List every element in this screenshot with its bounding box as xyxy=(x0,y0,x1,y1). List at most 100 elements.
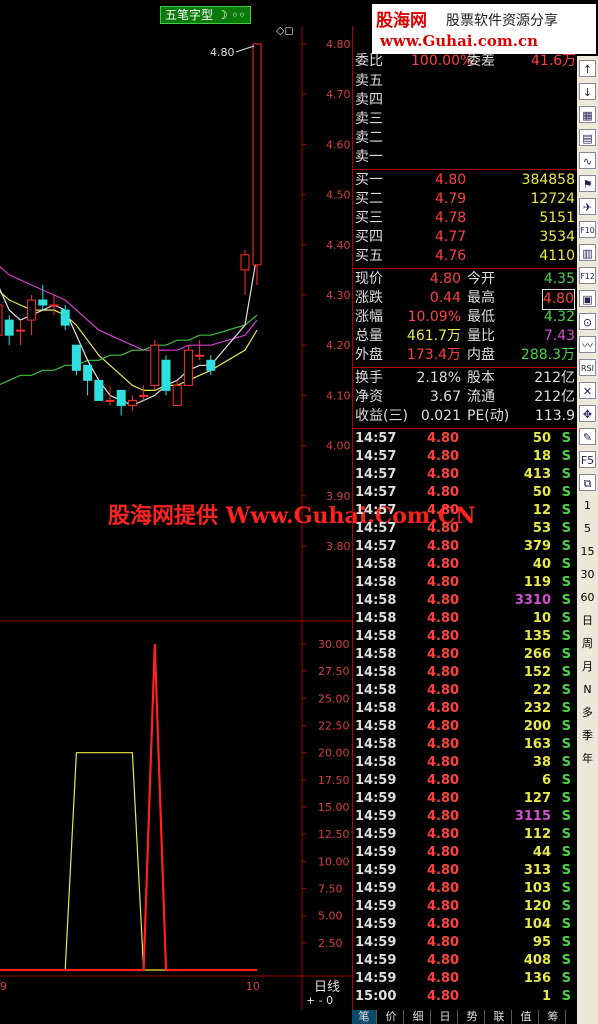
toolbar-button-22[interactable]: 30 xyxy=(579,566,596,583)
trade-side: S xyxy=(561,683,571,698)
trade-side: S xyxy=(561,755,571,770)
candlestick-chart[interactable]: 4.804.704.604.504.404.304.204.104.003.90… xyxy=(0,26,352,622)
trade-volume: 163 xyxy=(523,737,551,752)
trade-volume: 135 xyxy=(523,629,551,644)
toolbar-button-23[interactable]: 60 xyxy=(579,589,596,606)
toolbar-button-13[interactable]: RSI xyxy=(579,359,596,376)
trade-time: 14:59 xyxy=(355,953,397,968)
toolbar-button-27[interactable]: N xyxy=(579,681,596,698)
stat-label: 涨跌 xyxy=(355,290,383,306)
trade-volume: 103 xyxy=(523,881,551,896)
toolbar-button-25[interactable]: 周 xyxy=(579,635,596,652)
bottom-tab-1[interactable]: 价 xyxy=(379,1010,404,1024)
toolbar-button-15[interactable]: ✥ xyxy=(579,405,596,422)
toolbar-button-3[interactable]: ▤ xyxy=(579,129,596,146)
sell-label: 卖五 xyxy=(355,73,383,89)
toolbar-button-19[interactable]: 1 xyxy=(579,497,596,514)
toolbar-button-0[interactable]: ↑ xyxy=(579,60,596,77)
candle-body xyxy=(150,344,160,386)
buy-label: 买五 xyxy=(355,248,383,264)
buy-price: 4.76 xyxy=(435,248,467,264)
candle-body xyxy=(240,254,250,271)
toolbar-button-1[interactable]: ↓ xyxy=(579,83,596,100)
toolbar-button-29[interactable]: 季 xyxy=(579,727,596,744)
trade-volume: 3115 xyxy=(514,809,551,824)
indicator-tick-label: 12.50 xyxy=(318,828,350,841)
bottom-tab-6[interactable]: 值 xyxy=(514,1010,539,1024)
trade-volume: 44 xyxy=(532,845,551,860)
price-tick-label: 4.60 xyxy=(326,138,351,151)
stat-value: 2.18% xyxy=(416,370,461,386)
trade-row: 14:59 4.80 103 S xyxy=(355,880,575,898)
trade-side: S xyxy=(561,917,571,932)
stat-label: 今开 xyxy=(467,271,495,287)
indicator-chart[interactable]: 30.00 27.50 25.00 22.50 20.00 17.50 15.00 12.50… xyxy=(0,622,352,1010)
toolbar-button-20[interactable]: 5 xyxy=(579,520,596,537)
trade-side: S xyxy=(561,863,571,878)
trade-side: S xyxy=(561,953,571,968)
toolbar-button-24[interactable]: 日 xyxy=(579,612,596,629)
trade-time: 14:58 xyxy=(355,647,397,662)
stat-value: 212亿 xyxy=(534,370,575,386)
toolbar-button-11[interactable]: ⊙ xyxy=(579,313,596,330)
buy-volume: 384858 xyxy=(521,172,575,188)
trade-row: 14:57 4.80 18 S xyxy=(355,448,575,466)
toolbar-button-4[interactable]: ∿ xyxy=(579,152,596,169)
sell-row-4: 卖四 xyxy=(355,91,575,110)
toolbar-button-8[interactable]: ▥ xyxy=(579,244,596,261)
toolbar-button-2[interactable]: ▦ xyxy=(579,106,596,123)
trade-side: S xyxy=(561,593,571,608)
trade-row: 14:59 4.80 313 S xyxy=(355,862,575,880)
sell-row-1: 卖一 xyxy=(355,148,575,167)
toolbar-button-17[interactable]: F5 xyxy=(579,451,596,468)
bottom-tab-3[interactable]: 日 xyxy=(433,1010,458,1024)
trade-row: 14:58 4.80 200 S xyxy=(355,718,575,736)
bottom-tab-5[interactable]: 联 xyxy=(487,1010,512,1024)
toolbar-button-5[interactable]: ⚑ xyxy=(579,175,596,192)
buy-price: 4.78 xyxy=(435,210,467,226)
trade-volume: 112 xyxy=(523,827,551,842)
trade-row: 14:59 4.80 127 S xyxy=(355,790,575,808)
trade-price: 4.80 xyxy=(427,611,460,626)
toolbar-button-9[interactable]: F12 xyxy=(579,267,596,284)
buy-price: 4.79 xyxy=(435,191,467,207)
toolbar-button-18[interactable]: ⧉ xyxy=(579,474,596,491)
bottom-tab-7[interactable]: 筹 xyxy=(541,1010,566,1024)
stat-row: 总量 461.7万 量比 7.43 xyxy=(355,327,575,346)
trade-row: 14:58 4.80 152 S xyxy=(355,664,575,682)
bottom-tab-2[interactable]: 细 xyxy=(406,1010,431,1024)
toolbar-button-12[interactable]: 〰 xyxy=(579,336,596,353)
bottom-tabs: 笔价细日势联值筹 xyxy=(352,1010,577,1024)
stat-value: 4.80 xyxy=(541,289,575,310)
trade-volume: 22 xyxy=(532,683,551,698)
toolbar-button-28[interactable]: 多 xyxy=(579,704,596,721)
trade-side: S xyxy=(561,719,571,734)
toolbar-button-7[interactable]: F10 xyxy=(579,221,596,238)
trade-volume: 152 xyxy=(523,665,551,680)
toolbar-button-16[interactable]: ✎ xyxy=(579,428,596,445)
toolbar-button-21[interactable]: 15 xyxy=(579,543,596,560)
candle-body xyxy=(83,364,93,381)
formula-tag-label: 五笔字型 xyxy=(165,8,214,22)
period-label[interactable]: 日线 xyxy=(314,976,340,995)
trade-price: 4.80 xyxy=(427,539,460,554)
toolbar-button-10[interactable]: ▣ xyxy=(579,290,596,307)
trade-side: S xyxy=(561,431,571,446)
toolbar-button-30[interactable]: 年 xyxy=(579,750,596,767)
toolbar-button-14[interactable]: ✕ xyxy=(579,382,596,399)
trade-side: S xyxy=(561,827,571,842)
trade-price: 4.80 xyxy=(427,719,460,734)
bottom-tab-4[interactable]: 势 xyxy=(460,1010,485,1024)
trade-price: 4.80 xyxy=(427,881,460,896)
toolbar-button-26[interactable]: 月 xyxy=(579,658,596,675)
stat-label: 收益(三) xyxy=(355,408,408,424)
formula-tag[interactable]: 五笔字型 ☽ ◦◦ xyxy=(160,6,251,24)
trade-row: 14:57 4.80 50 S xyxy=(355,484,575,502)
bottom-tab-0[interactable]: 笔 xyxy=(352,1010,377,1024)
trade-side: S xyxy=(561,881,571,896)
ma-green-line xyxy=(0,314,258,386)
toolbar-button-6[interactable]: ✈ xyxy=(579,198,596,215)
stat-row: 收益(三) 0.021 PE(动) 113.9 xyxy=(355,407,575,426)
trade-side: S xyxy=(561,467,571,482)
zoom-controls[interactable]: + - 0 xyxy=(306,994,333,1007)
